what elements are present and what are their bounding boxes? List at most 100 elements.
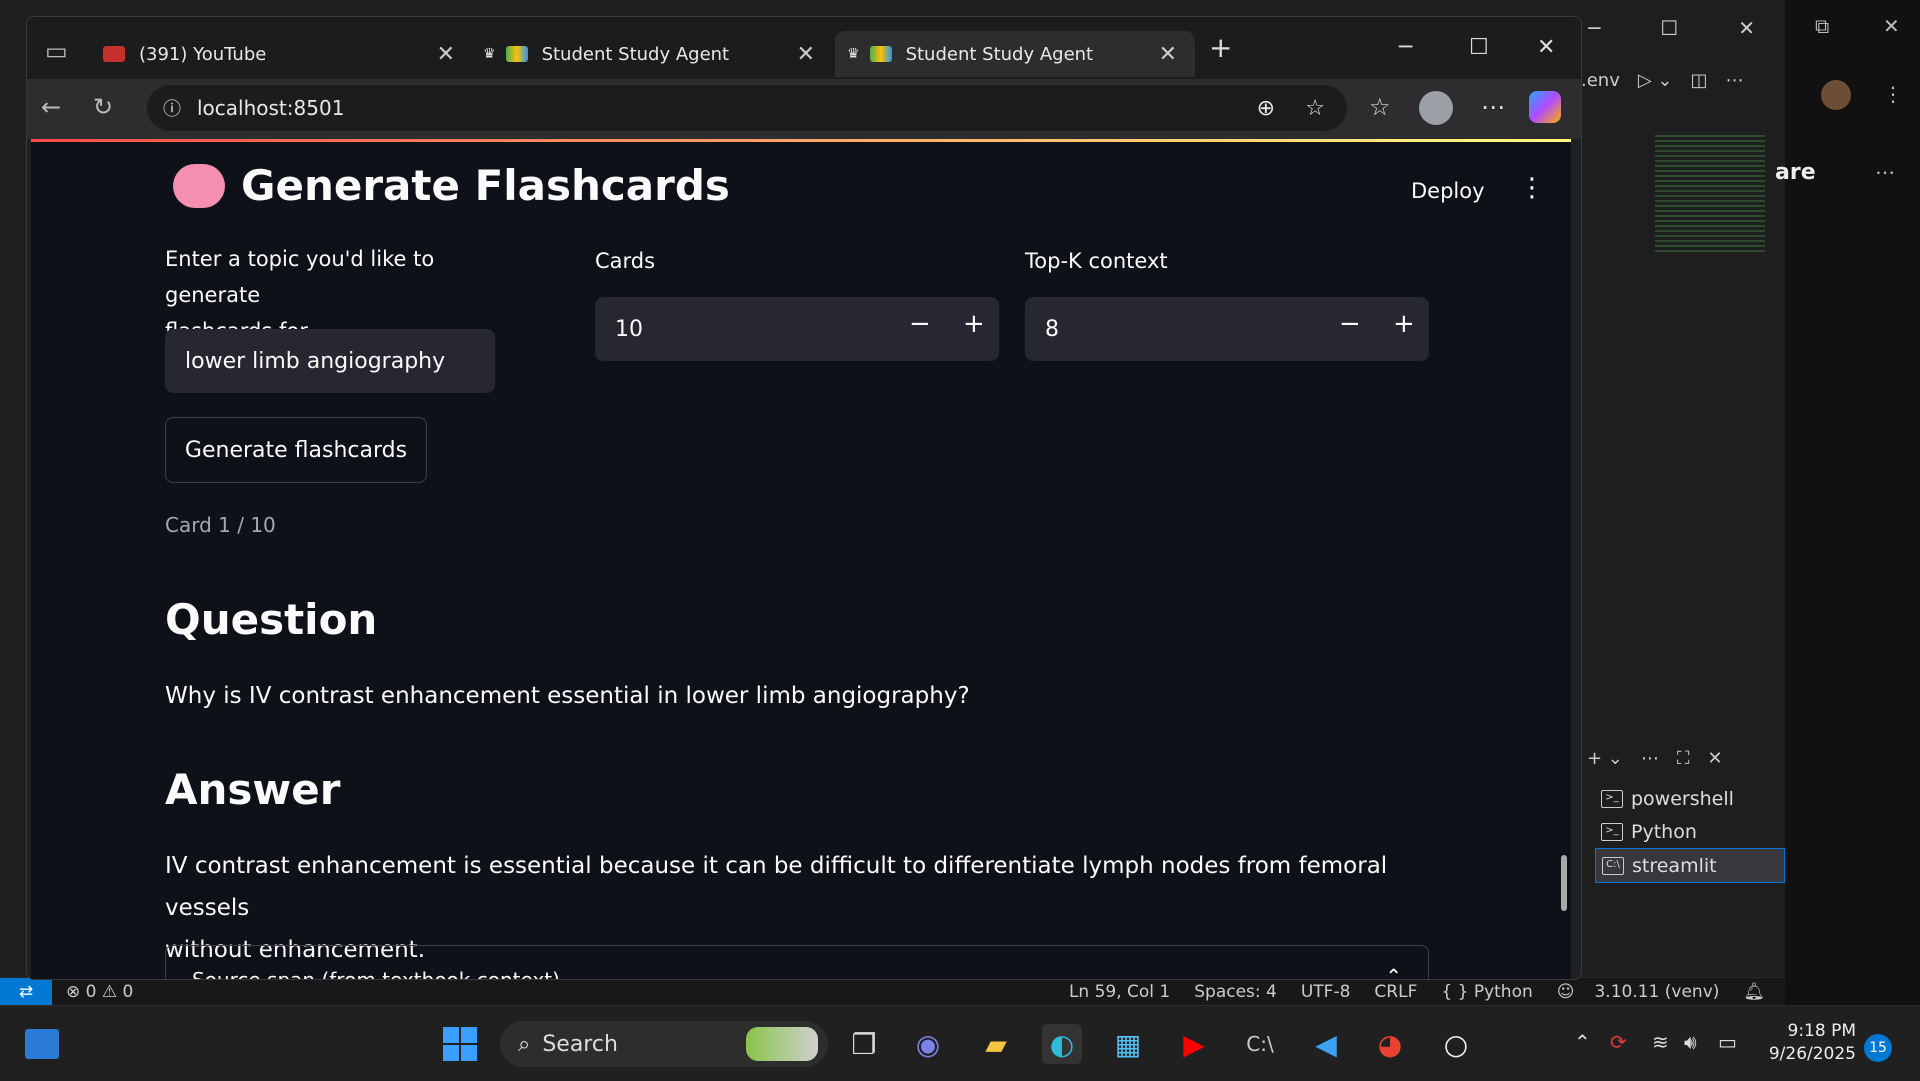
minimap[interactable] xyxy=(1655,135,1765,255)
battery-icon[interactable]: ▭ xyxy=(1718,1030,1737,1054)
remote-indicator-icon[interactable]: ⇄ xyxy=(0,978,52,1006)
close-icon[interactable]: ✕ xyxy=(1883,14,1900,38)
terminal-item-python[interactable]: >_ Python xyxy=(1595,815,1785,848)
brain-icon xyxy=(173,163,225,208)
wifi-icon[interactable]: ≋ xyxy=(1652,1030,1669,1054)
profile-icon[interactable] xyxy=(1419,91,1453,125)
copilot-icon[interactable]: ☺ xyxy=(1557,982,1575,1002)
close-icon[interactable]: ✕ xyxy=(1537,35,1555,60)
taskbar-search[interactable]: ⌕ Search xyxy=(500,1021,828,1067)
error-count: 0 xyxy=(85,982,97,1002)
encoding[interactable]: UTF-8 xyxy=(1301,982,1351,1002)
youtube-app-icon[interactable]: ▶ xyxy=(1174,1024,1214,1064)
topk-number-input[interactable]: 8 xyxy=(1025,297,1429,361)
topic-label-line: Enter a topic you'd like to generate xyxy=(165,247,435,307)
teams-chat-icon[interactable]: ◉ xyxy=(908,1024,948,1064)
favorite-star-icon[interactable]: ☆ xyxy=(1305,96,1325,121)
cards-decrement-button[interactable]: − xyxy=(909,309,931,339)
more-vertical-icon[interactable]: ⋮ xyxy=(1883,82,1903,106)
edge-icon[interactable]: ◐ xyxy=(1042,1024,1082,1064)
question-heading: Question xyxy=(165,595,378,644)
minimize-icon[interactable]: ─ xyxy=(1399,35,1412,60)
close-tab-icon[interactable]: ✕ xyxy=(1159,42,1177,67)
maximize-icon[interactable]: ☐ xyxy=(1660,16,1678,40)
terminal-app-icon[interactable]: C:\ xyxy=(1240,1024,1280,1064)
cards-increment-button[interactable]: + xyxy=(963,309,985,339)
terminal-item-streamlit[interactable]: C:\ streamlit xyxy=(1595,848,1785,883)
problems-indicator[interactable]: ⊗ 0 ⚠ 0 xyxy=(66,982,133,1002)
sync-icon[interactable]: ⟳ xyxy=(1610,1030,1627,1054)
tab-label: (391) YouTube xyxy=(139,43,267,65)
tab-actions-icon[interactable]: ▭ xyxy=(45,37,68,65)
cards-number-input[interactable]: 10 xyxy=(595,297,999,361)
indentation[interactable]: Spaces: 4 xyxy=(1194,982,1277,1002)
more-icon[interactable]: ⋯ xyxy=(1875,160,1895,184)
start-icon[interactable] xyxy=(440,1024,480,1064)
topk-value: 8 xyxy=(1045,316,1059,342)
notification-badge[interactable]: 15 xyxy=(1864,1034,1892,1062)
python-interpreter[interactable]: 3.10.11 (venv) xyxy=(1594,982,1719,1002)
topk-decrement-button[interactable]: − xyxy=(1339,309,1361,339)
split-editor-icon[interactable]: ◫ xyxy=(1691,70,1708,91)
maximize-panel-icon[interactable]: ⛶ xyxy=(1677,748,1690,769)
store-icon[interactable]: ▦ xyxy=(1108,1024,1148,1064)
site-info-icon[interactable]: ⓘ xyxy=(163,95,181,121)
favorites-icon[interactable]: ☆ xyxy=(1369,93,1391,121)
back-icon[interactable]: ← xyxy=(41,93,61,121)
topic-input[interactable]: lower limb angiography xyxy=(165,329,495,393)
avatar[interactable] xyxy=(1821,80,1851,110)
cards-label: Cards xyxy=(595,249,656,273)
widgets-icon[interactable] xyxy=(22,1024,62,1064)
close-icon[interactable]: ✕ xyxy=(1738,16,1755,40)
page-title: Generate Flashcards xyxy=(173,161,730,210)
cursor-position[interactable]: Ln 59, Col 1 xyxy=(1069,982,1170,1002)
page-scrollbar[interactable] xyxy=(1561,855,1567,911)
clock[interactable]: 9:18 PM 9/26/2025 xyxy=(1766,1020,1856,1066)
bell-icon[interactable]: 🔔︎ xyxy=(1743,982,1765,1002)
windows-taskbar: ⌕ Search ❐ ◉ ▰ ◐ ▦ ▶ C:\ ◀ ◕ ○ ⌃ ⟳ ≋ 🔊︎ … xyxy=(0,1005,1920,1081)
topic-value: lower limb angiography xyxy=(185,348,446,374)
generate-flashcards-button[interactable]: Generate flashcards xyxy=(165,417,427,483)
deploy-button[interactable]: Deploy xyxy=(1411,179,1485,203)
tab-student-study-agent-active[interactable]: ♛ Student Study Agent ✕ xyxy=(835,31,1195,77)
show-hidden-icons-icon[interactable]: ⌃ xyxy=(1574,1030,1591,1054)
volume-icon[interactable]: 🔊︎ xyxy=(1684,1030,1697,1054)
vscode-toolbar: .env ▷ ⌄ ◫ ⋯ xyxy=(1575,60,1791,100)
file-explorer-icon[interactable]: ▰ xyxy=(976,1024,1016,1064)
copilot-app-icon[interactable]: ○ xyxy=(1436,1024,1476,1064)
more-icon[interactable]: ⋯ xyxy=(1641,748,1659,769)
zoom-icon[interactable]: ⊕ xyxy=(1257,96,1275,121)
copilot-icon[interactable] xyxy=(1529,91,1561,123)
topk-label: Top-K context xyxy=(1025,249,1168,273)
streamlit-crown-icon: ♛ xyxy=(847,46,860,62)
close-tab-icon[interactable]: ✕ xyxy=(437,42,455,67)
main-menu-icon[interactable]: ⋮ xyxy=(1519,173,1545,203)
settings-more-icon[interactable]: ⋯ xyxy=(1481,93,1505,121)
terminal-item-powershell[interactable]: >_ powershell xyxy=(1595,782,1785,815)
run-icon[interactable]: ▷ ⌄ xyxy=(1638,70,1673,91)
reload-icon[interactable]: ↻ xyxy=(93,93,113,121)
tab-youtube[interactable]: (391) YouTube ✕ xyxy=(103,31,473,77)
chrome-icon[interactable]: ◕ xyxy=(1370,1024,1410,1064)
tab-bar: ▭ (391) YouTube ✕ ♛ Student Study Agent … xyxy=(27,17,1581,79)
topk-increment-button[interactable]: + xyxy=(1393,309,1415,339)
tab-student-study-agent[interactable]: ♛ Student Study Agent ✕ xyxy=(473,31,833,77)
vscode-icon[interactable]: ◀ xyxy=(1306,1024,1346,1064)
youtube-icon xyxy=(103,46,125,62)
address-bar[interactable]: ⓘ localhost:8501 ⊕ ☆ xyxy=(147,85,1347,131)
more-icon[interactable]: ⋯ xyxy=(1726,70,1744,91)
new-terminal-icon[interactable]: + ⌄ xyxy=(1587,748,1623,769)
close-tab-icon[interactable]: ✕ xyxy=(797,42,815,67)
new-tab-icon[interactable]: + xyxy=(1209,31,1232,64)
restore-icon[interactable]: ⧉ xyxy=(1815,14,1829,38)
language-mode[interactable]: { } Python xyxy=(1441,982,1532,1002)
env-label[interactable]: .env xyxy=(1581,70,1620,91)
minimize-icon[interactable]: ─ xyxy=(1588,16,1600,40)
task-view-icon[interactable]: ❐ xyxy=(844,1024,884,1064)
line-endings[interactable]: CRLF xyxy=(1374,982,1417,1002)
maximize-icon[interactable]: ☐ xyxy=(1469,35,1489,60)
close-panel-icon[interactable]: ✕ xyxy=(1708,748,1723,769)
tab-label: Student Study Agent xyxy=(541,43,730,65)
source-span-expander[interactable]: Source span (from textbook context) ⌃ xyxy=(165,945,1429,979)
app-favicon-icon xyxy=(505,46,528,62)
